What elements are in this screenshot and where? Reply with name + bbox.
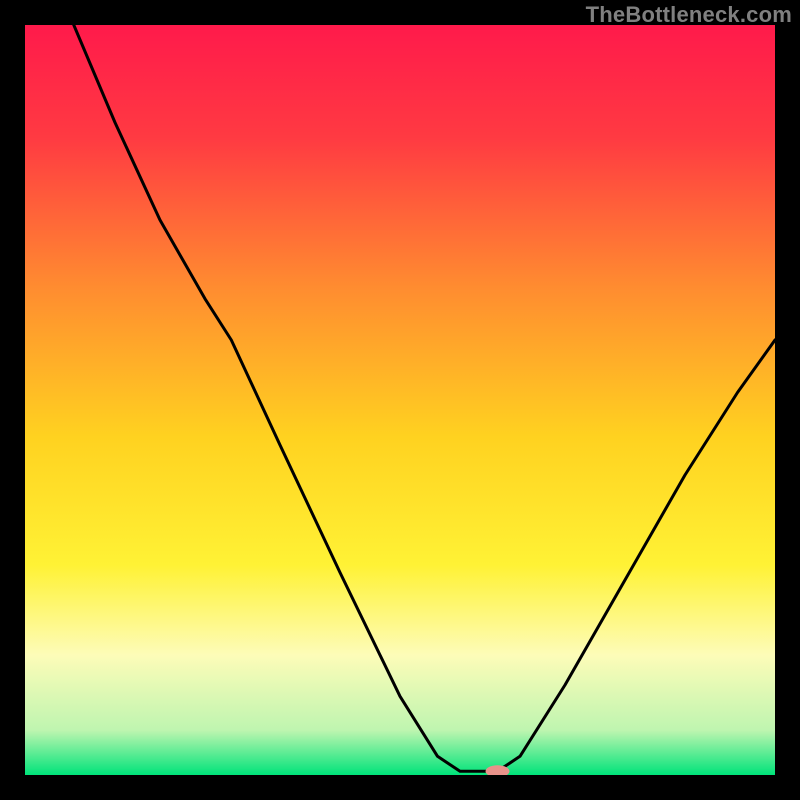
gradient-background bbox=[25, 25, 775, 775]
chart-frame: TheBottleneck.com bbox=[0, 0, 800, 800]
bottleneck-chart bbox=[25, 25, 775, 775]
watermark-text: TheBottleneck.com bbox=[586, 2, 792, 28]
plot-area bbox=[25, 25, 775, 775]
